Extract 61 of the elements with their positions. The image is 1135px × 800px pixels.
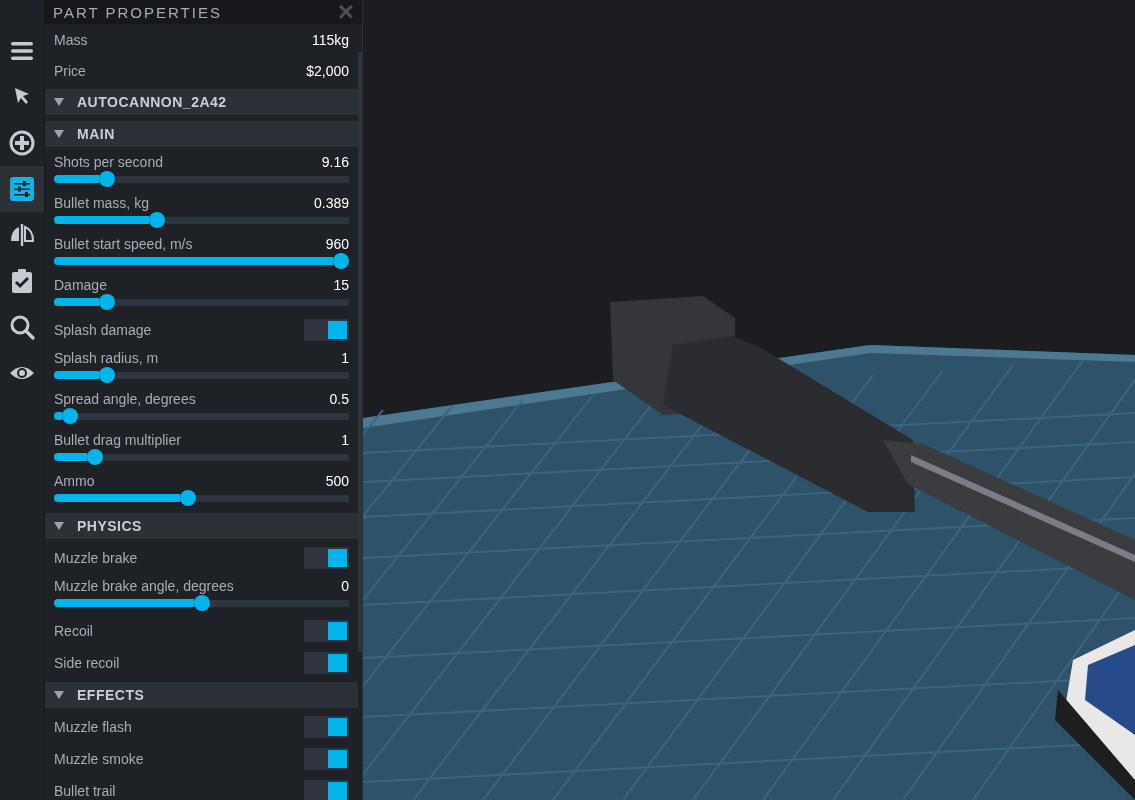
section-header[interactable]: PHYSICS — [45, 513, 358, 539]
property-label: Mass — [54, 31, 88, 48]
panel-title: PART PROPERTIES — [53, 3, 222, 21]
toggle-switch[interactable] — [304, 748, 349, 770]
sliders-icon — [8, 175, 36, 203]
property-label: Recoil — [54, 623, 93, 639]
property-value: 15 — [333, 277, 349, 293]
toggle-switch[interactable] — [304, 620, 349, 642]
property-label: Muzzle smoke — [54, 751, 144, 767]
property-value: $2,000 — [306, 62, 349, 79]
section-title: EFFECTS — [77, 687, 145, 703]
slider-thumb[interactable] — [98, 171, 115, 187]
toolbar-button[interactable] — [0, 166, 44, 212]
property-value: 1 — [341, 432, 349, 448]
property-label: Side recoil — [54, 655, 120, 671]
property-value: 9.16 — [321, 154, 349, 170]
property-label: Bullet mass, kg — [54, 195, 149, 211]
property-label: Price — [54, 62, 86, 79]
toggle-switch[interactable] — [304, 319, 349, 341]
plus-circle-icon — [8, 129, 36, 157]
section-title: MAIN — [77, 126, 115, 142]
property-label: Muzzle brake — [54, 550, 138, 566]
property-label: Ammo — [54, 473, 95, 489]
toggle-switch[interactable] — [304, 716, 349, 738]
symmetry-icon — [8, 221, 36, 249]
property-label: Splash damage — [54, 322, 152, 338]
vehicle-drawing[interactable] — [1055, 630, 1135, 800]
property-label: Bullet start speed, m/s — [54, 236, 193, 252]
slider-thumb[interactable] — [179, 490, 196, 506]
section-header[interactable]: MAIN — [45, 121, 358, 147]
section-title: AUTOCANNON_2A42 — [77, 94, 227, 110]
search-icon — [8, 313, 36, 341]
section-header[interactable]: AUTOCANNON_2A42 — [45, 89, 358, 115]
toggle-switch[interactable] — [304, 652, 349, 674]
slider-thumb[interactable] — [193, 595, 210, 611]
slider-thumb[interactable] — [98, 294, 115, 310]
slider-thumb[interactable] — [148, 212, 165, 228]
property-label: Shots per second — [54, 154, 163, 170]
property-value: 0.389 — [313, 195, 349, 211]
toggle-switch[interactable] — [304, 780, 349, 800]
property-label: Bullet drag multiplier — [54, 432, 181, 448]
property-value: 960 — [325, 236, 349, 252]
property-label: Bullet trail — [54, 783, 116, 799]
property-value: 1 — [341, 350, 349, 366]
property-label: Muzzle brake angle, degrees — [54, 578, 234, 594]
toggle-switch[interactable] — [304, 547, 349, 569]
property-value: 0.5 — [329, 391, 349, 407]
slider-thumb[interactable] — [62, 408, 79, 424]
property-label: Spread angle, degrees — [54, 391, 196, 407]
property-value: 115kg — [311, 31, 349, 48]
property-value: 500 — [325, 473, 349, 489]
property-label: Muzzle flash — [54, 719, 132, 735]
cannon-drawing[interactable] — [610, 296, 1135, 600]
section-header[interactable]: EFFECTS — [45, 682, 358, 708]
property-label: Splash radius, m — [54, 350, 159, 366]
property-label: Damage — [54, 277, 107, 293]
section-title: PHYSICS — [77, 518, 142, 534]
slider-thumb[interactable] — [98, 367, 115, 383]
property-value: 0 — [341, 578, 349, 594]
slider-thumb[interactable] — [87, 449, 104, 465]
slider-thumb[interactable] — [333, 253, 349, 269]
